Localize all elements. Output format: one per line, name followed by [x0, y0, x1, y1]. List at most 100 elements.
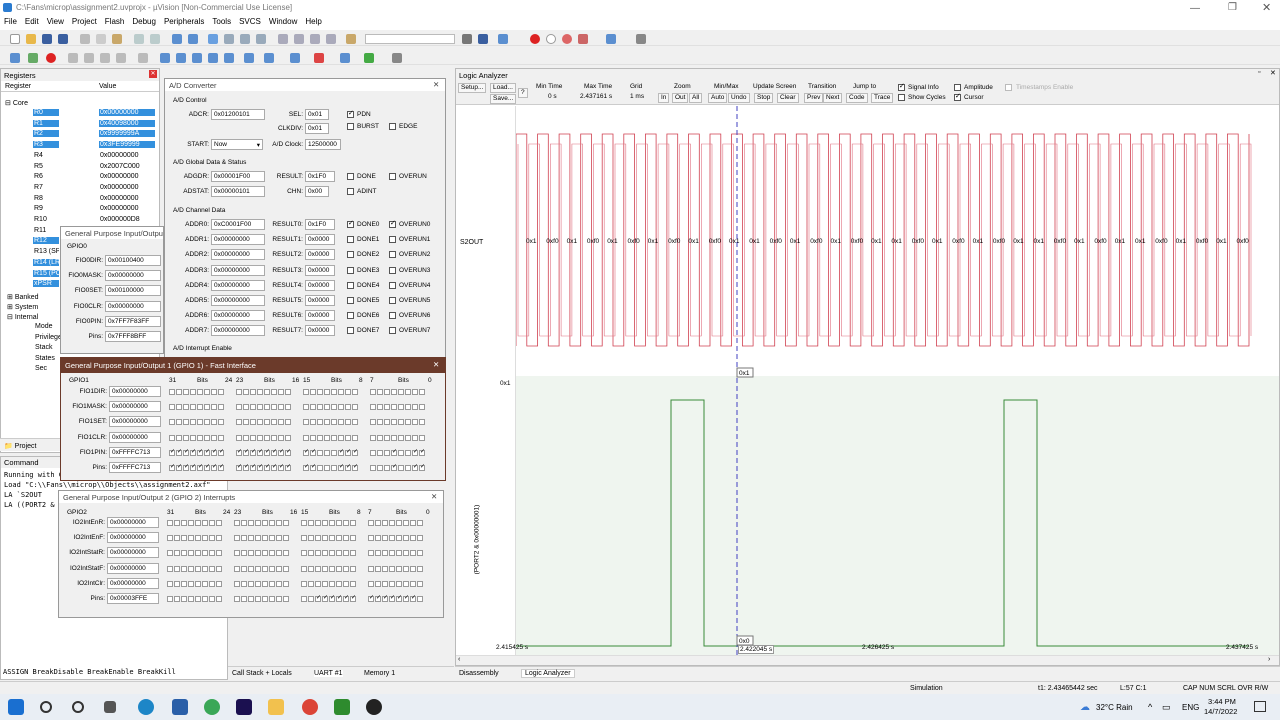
amplitude-checkbox[interactable]	[954, 84, 961, 91]
bit-checkbox[interactable]	[257, 389, 263, 395]
menu-window[interactable]: Window	[265, 16, 301, 26]
bit-checkbox[interactable]	[370, 404, 376, 411]
bit-checkbox[interactable]	[375, 594, 381, 602]
bit-checkbox[interactable]	[343, 580, 349, 587]
adint-checkbox[interactable]	[347, 188, 354, 195]
bit-checkbox[interactable]	[310, 448, 316, 456]
overun-n-checkbox[interactable]	[389, 281, 396, 289]
gpio1-reg-field[interactable]: 0xFFFFC713	[109, 446, 161, 458]
system-viewer-icon[interactable]	[364, 53, 374, 63]
help-button[interactable]: ?	[518, 88, 528, 98]
chrome-icon[interactable]	[204, 699, 220, 715]
gpio2-reg-field[interactable]: 0x00003FFE	[107, 593, 159, 604]
done-n-checkbox[interactable]	[347, 281, 354, 289]
bit-checkbox[interactable]	[255, 596, 261, 602]
bit-checkbox[interactable]	[345, 389, 351, 395]
bit-checkbox[interactable]	[412, 434, 418, 441]
bit-checkbox[interactable]	[183, 448, 189, 456]
bit-checkbox[interactable]	[308, 580, 314, 587]
bit-checkbox[interactable]	[269, 535, 275, 542]
addr-field[interactable]: 0x00000000	[211, 295, 265, 306]
run-to-cursor-icon[interactable]	[116, 53, 126, 63]
done-n-checkbox[interactable]	[347, 236, 354, 244]
bit-checkbox[interactable]	[405, 419, 411, 426]
bit-checkbox[interactable]	[255, 580, 261, 587]
bit-checkbox[interactable]	[403, 565, 409, 572]
step-into-icon[interactable]	[68, 53, 78, 63]
gpio1-reg-field[interactable]: 0x00000000	[109, 386, 161, 397]
bit-checkbox[interactable]	[412, 463, 418, 471]
bit-checkbox[interactable]	[324, 419, 330, 426]
bit-checkbox[interactable]	[236, 434, 242, 441]
bit-checkbox[interactable]	[336, 520, 342, 526]
bit-checkbox[interactable]	[417, 596, 423, 602]
bit-checkbox[interactable]	[236, 389, 242, 395]
bit-checkbox[interactable]	[181, 520, 187, 526]
bit-checkbox[interactable]	[329, 565, 335, 572]
bit-checkbox[interactable]	[197, 419, 203, 426]
language-indicator[interactable]: ENG	[1182, 703, 1199, 712]
bit-checkbox[interactable]	[382, 550, 388, 557]
bit-checkbox[interactable]	[412, 448, 418, 456]
done-n-checkbox[interactable]	[347, 266, 354, 274]
bit-checkbox[interactable]	[278, 404, 284, 411]
done-checkbox[interactable]	[347, 173, 354, 180]
cut-icon[interactable]	[80, 34, 90, 44]
gpio1-reg-field[interactable]: 0xFFFFC713	[109, 462, 161, 473]
bit-checkbox[interactable]	[209, 596, 215, 602]
bit-checkbox[interactable]	[315, 535, 321, 542]
bit-checkbox[interactable]	[336, 550, 342, 557]
tab-call-stack[interactable]: Call Stack + Locals	[232, 670, 292, 677]
system-group[interactable]: ⊞ System	[7, 303, 38, 311]
bit-checkbox[interactable]	[176, 448, 182, 456]
bit-checkbox[interactable]	[405, 449, 411, 456]
bit-checkbox[interactable]	[285, 389, 291, 395]
step-over-icon[interactable]	[84, 53, 94, 63]
bit-checkbox[interactable]	[324, 465, 330, 471]
bit-checkbox[interactable]	[317, 404, 323, 411]
bit-checkbox[interactable]	[169, 434, 175, 441]
bit-checkbox[interactable]	[391, 389, 397, 395]
bit-checkbox[interactable]	[243, 389, 249, 395]
bit-checkbox[interactable]	[315, 565, 321, 572]
open-folder-icon[interactable]	[26, 34, 36, 44]
bit-checkbox[interactable]	[176, 404, 182, 411]
bit-checkbox[interactable]	[375, 520, 381, 526]
bit-checkbox[interactable]	[310, 404, 316, 411]
scroll-left-icon[interactable]: ‹	[458, 656, 460, 663]
registers-window-icon[interactable]	[208, 53, 218, 63]
clkdiv-field[interactable]: 0x01	[305, 123, 329, 134]
bit-checkbox[interactable]	[412, 419, 418, 426]
bit-checkbox[interactable]	[389, 550, 395, 557]
bit-checkbox[interactable]	[338, 389, 344, 395]
redo-icon[interactable]	[150, 34, 160, 44]
bit-checkbox[interactable]	[375, 535, 381, 542]
bit-checkbox[interactable]	[271, 434, 277, 441]
internal-item[interactable]: States	[35, 355, 55, 366]
bit-checkbox[interactable]	[396, 535, 402, 542]
bit-checkbox[interactable]	[264, 419, 270, 426]
bit-checkbox[interactable]	[370, 419, 376, 426]
bit-checkbox[interactable]	[377, 389, 383, 395]
bit-checkbox[interactable]	[345, 448, 351, 456]
nav-forward-icon[interactable]	[188, 34, 198, 44]
bit-checkbox[interactable]	[398, 404, 404, 411]
menu-debug[interactable]: Debug	[128, 16, 160, 26]
bit-checkbox[interactable]	[218, 389, 224, 395]
bit-checkbox[interactable]	[343, 550, 349, 557]
done-n-checkbox[interactable]	[347, 312, 354, 320]
bit-checkbox[interactable]	[315, 550, 321, 557]
bit-checkbox[interactable]	[389, 594, 395, 602]
bit-checkbox[interactable]	[412, 404, 418, 411]
gpio1-reg-field[interactable]: 0x00000000	[109, 416, 161, 428]
trace-button[interactable]: Trace	[871, 93, 894, 103]
bit-checkbox[interactable]	[181, 596, 187, 602]
timestamps-checkbox[interactable]	[1005, 84, 1012, 91]
cursor-checkbox[interactable]	[954, 92, 961, 101]
bit-checkbox[interactable]	[181, 535, 187, 542]
bit-checkbox[interactable]	[236, 463, 242, 471]
bit-checkbox[interactable]	[403, 580, 409, 587]
bit-checkbox[interactable]	[234, 535, 240, 542]
bit-checkbox[interactable]	[216, 596, 222, 602]
bit-checkbox[interactable]	[176, 419, 182, 426]
